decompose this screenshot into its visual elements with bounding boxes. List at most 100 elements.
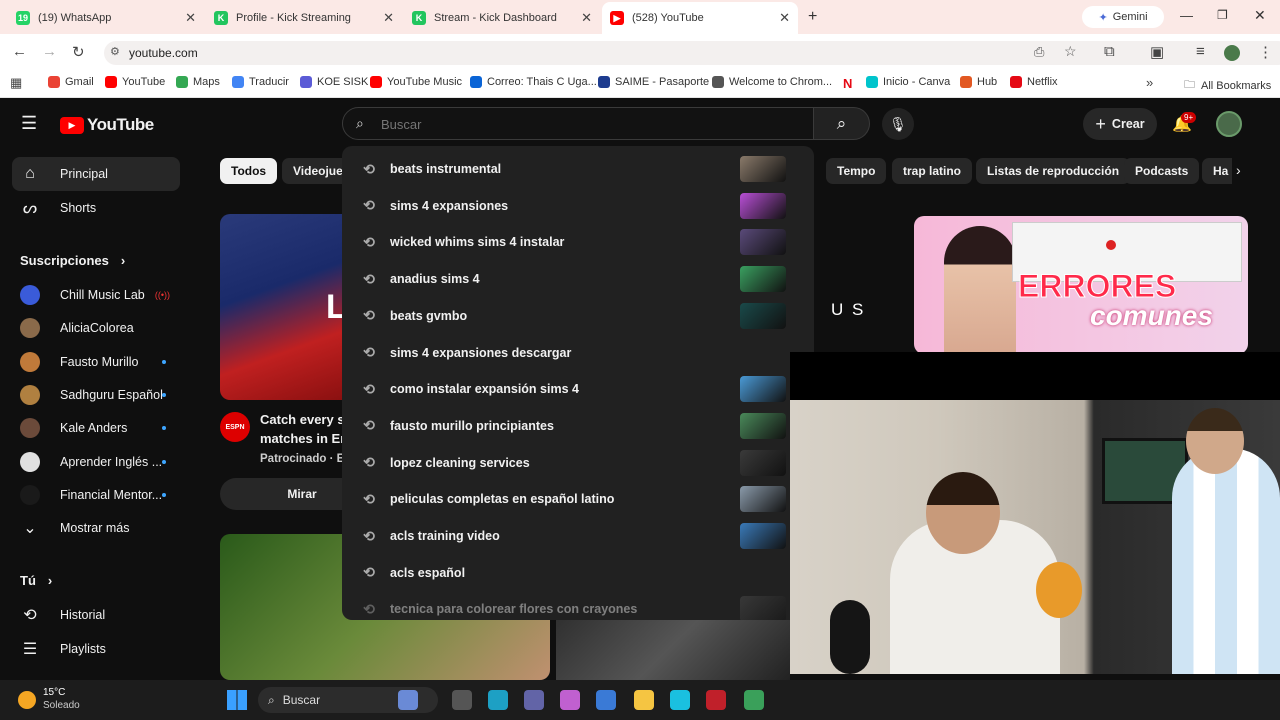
folder-icon[interactable] [634,690,654,710]
sidebar-item[interactable]: Aprender Inglés ... [12,445,180,479]
bookmark-item[interactable]: Maps [176,76,220,88]
search-suggestion[interactable]: ⟲ acls español [342,555,814,591]
filter-chip[interactable]: Listas de reproducción [976,158,1131,184]
sidebar-item[interactable]: ⌂ Principal [12,157,180,191]
search-suggestion[interactable]: ⟲ wicked whims sims 4 instalar [342,224,814,260]
teams-icon[interactable] [524,690,544,710]
browser-tab[interactable]: 19 (19) WhatsApp ✕ [8,6,204,30]
search-suggestion[interactable]: ⟲ tecnica para colorear flores con crayon… [342,591,814,620]
search-suggestion[interactable]: ⟲ acls training video [342,518,814,554]
sidebar-item[interactable]: AliciaColorea [12,311,180,345]
menu-dots-icon[interactable]: ⋮ [1258,43,1273,61]
bookmark-item[interactable]: KOE SISK [300,76,368,88]
search-suggestion[interactable]: ⟲ beats gvmbo [342,298,814,334]
weather-icon[interactable] [18,691,36,709]
youtube-logo[interactable]: ▶ YouTube [60,115,154,135]
minimize-button[interactable]: — [1180,8,1193,23]
sidebar-item[interactable]: Financial Mentor... [12,478,180,512]
tab-close-icon[interactable]: ✕ [185,10,196,26]
ad-title-line2[interactable]: matches in En [260,431,348,446]
bookmark-item[interactable]: Inicio - Canva [866,76,950,88]
sidebar-item[interactable]: ⌄ Mostrar más [12,511,180,545]
subscriptions-header[interactable]: Suscripciones › [20,253,125,268]
voice-search-button[interactable]: 🎙 [882,108,914,140]
bookmark-item[interactable]: Welcome to Chrom... [712,76,832,88]
search-suggestion[interactable]: ⟲ como instalar expansión sims 4 [342,371,814,407]
bookmark-item[interactable]: Hub [960,76,997,88]
chips-next-icon[interactable]: › [1236,162,1241,178]
search-box[interactable]: ⌕ [342,107,814,140]
search-suggestion[interactable]: ⟲ fausto murillo principiantes [342,408,814,444]
browser-tab[interactable]: K Profile - Kick Streaming ✕ [206,6,402,30]
sidepanel-icon[interactable]: ▣ [1150,43,1164,61]
sidebar-item[interactable]: Sadhguru Español [12,378,180,412]
search-suggestion[interactable]: ⟲ sims 4 expansiones [342,188,814,224]
site-info-icon[interactable]: ⚙ [110,45,120,58]
netflix-bookmark-icon[interactable]: N [843,76,852,91]
guide-menu-icon[interactable]: ☰ [21,113,37,134]
sidebar-item[interactable]: ᔕ Shorts [12,191,180,225]
install-icon[interactable]: ⎙ [1034,44,1044,60]
video-thumbnail-mid[interactable] [816,214,906,354]
espn-channel-avatar[interactable]: ESPN [220,412,250,442]
bookmark-item[interactable]: YouTube [105,76,165,88]
weather-label[interactable]: Soleado [43,700,80,711]
bookmark-star-icon[interactable]: ☆ [1064,43,1077,60]
search-suggestion[interactable]: ⟲ anadius sims 4 [342,261,814,297]
new-tab-button[interactable]: + [808,8,817,26]
filter-chip[interactable]: Podcasts [1124,158,1200,184]
sidebar-item[interactable]: ⟲ Historial [12,598,180,632]
back-icon[interactable]: ← [12,43,27,60]
sidebar-item[interactable]: Chill Music Lab ((•)) [12,278,180,312]
extensions-icon[interactable]: ⧉ [1104,43,1115,60]
create-button[interactable]: + Crear [1083,108,1157,140]
video-thumbnail-errores[interactable]: ERRORES comunes [914,216,1248,354]
tab-close-icon[interactable]: ✕ [581,10,592,26]
tab-close-icon[interactable]: ✕ [383,10,394,26]
forward-icon[interactable]: → [42,43,57,60]
profile-avatar[interactable] [1224,45,1240,61]
search-input[interactable] [381,114,781,134]
media-icon[interactable]: ≡ [1196,43,1205,60]
bookmark-item[interactable]: YouTube Music [370,76,462,88]
bookmark-item[interactable]: Traducir [232,76,289,88]
filter-chip[interactable]: trap latino [892,158,973,184]
ad-watch-button[interactable]: Mirar [220,478,344,510]
all-bookmarks[interactable]: 🗀 All Bookmarks [1184,76,1271,95]
search-suggestion[interactable]: ⟲ lopez cleaning services [342,445,814,481]
more-bookmarks-icon[interactable]: » [1146,75,1153,90]
filter-chip[interactable]: Todos [220,158,278,184]
bookmark-item[interactable]: SAIME - Pasaporte [598,76,709,88]
file-explorer-icon[interactable] [452,690,472,710]
copilot-icon[interactable] [560,690,580,710]
reload-icon[interactable]: ↻ [72,43,85,61]
browser-tab[interactable]: K Stream - Kick Dashboard ✕ [404,6,600,30]
apps-icon[interactable]: ▦ [10,75,22,91]
restore-button[interactable]: ❐ [1217,8,1228,22]
you-header[interactable]: Tú › [20,573,52,588]
cortana-icon[interactable] [670,690,690,710]
bookmark-item[interactable]: Correo: Thais C Uga... [470,76,597,88]
weather-temp[interactable]: 15°C [43,687,65,698]
filter-chip[interactable]: Ha [1202,158,1232,184]
search-suggestion[interactable]: ⟲ sims 4 expansiones descargar [342,335,814,371]
close-window-button[interactable]: ✕ [1254,7,1266,24]
bookmark-item[interactable]: Gmail [48,76,94,88]
windows-start-icon[interactable] [227,690,247,710]
browser-tab[interactable]: ▶ (528) YouTube ✕ [602,2,798,34]
search-button[interactable]: ⌕ [814,107,870,140]
sidebar-item[interactable]: ☰ Playlists [12,632,180,666]
widgets-icon[interactable] [398,690,418,710]
gemini-button[interactable]: ✦ Gemini [1082,6,1164,28]
store-icon[interactable] [596,690,616,710]
tab-close-icon[interactable]: ✕ [779,10,790,26]
filter-chip[interactable]: Tempo [826,158,887,184]
ad-title-line1[interactable]: Catch every s [260,412,345,427]
sidebar-item[interactable]: Fausto Murillo [12,345,180,379]
search-suggestion[interactable]: ⟲ beats instrumental [342,151,814,187]
antivirus-icon[interactable] [706,690,726,710]
account-avatar[interactable] [1216,111,1242,137]
chrome-icon[interactable] [744,690,764,710]
search-suggestion[interactable]: ⟲ peliculas completas en español latino [342,481,814,517]
filter-chip[interactable]: Videojueg [282,158,344,184]
